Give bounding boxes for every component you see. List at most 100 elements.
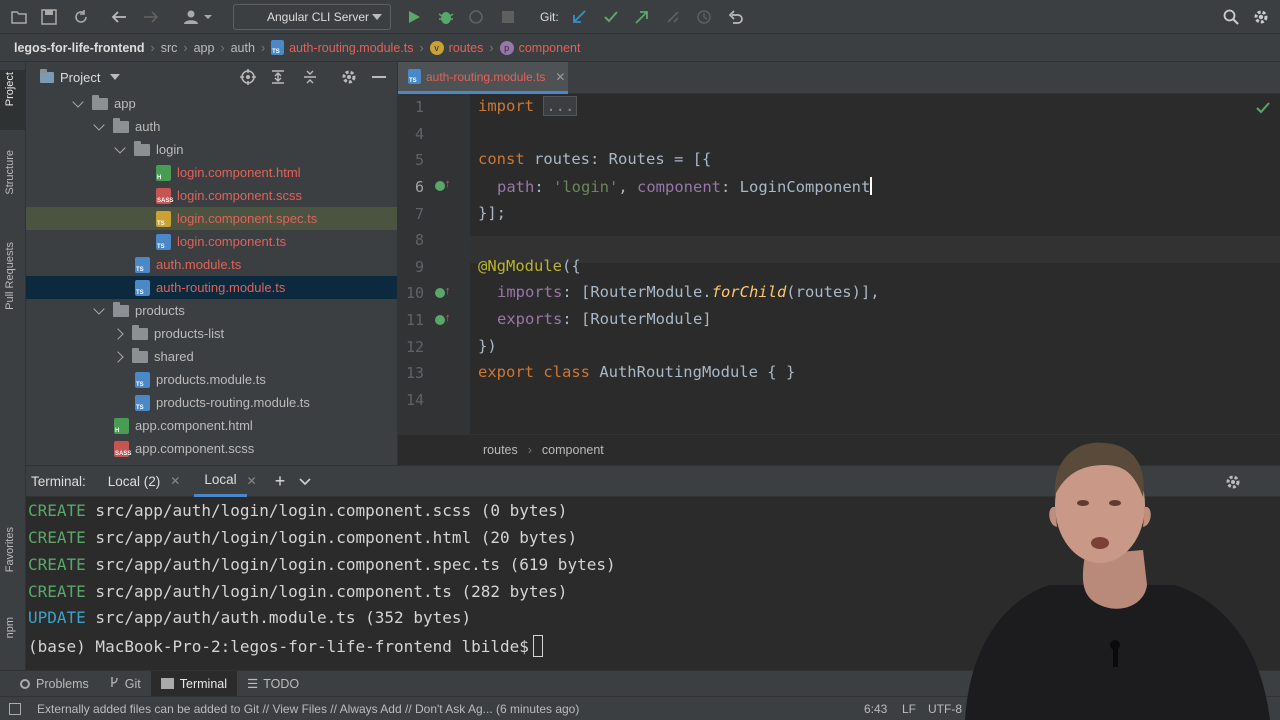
tree-file-auth-routing-module[interactable]: TS auth-routing.module.ts: [26, 276, 397, 299]
code-line-11[interactable]: exports: [RouterModule]: [497, 310, 712, 328]
editor-crumb-component[interactable]: component: [542, 443, 604, 457]
breadcrumb-auth[interactable]: auth: [231, 41, 255, 55]
git-rollback-icon[interactable]: [727, 8, 745, 26]
tree-folder-shared[interactable]: shared: [26, 345, 397, 368]
save-icon[interactable]: [40, 8, 58, 26]
git-compare-icon[interactable]: [664, 8, 682, 26]
collapse-all-icon[interactable]: [302, 69, 318, 88]
tree-item-label: products-list: [154, 326, 225, 341]
code-line-10[interactable]: imports: [RouterModule.forChild(routes)]…: [497, 283, 880, 301]
tree-file-app-component-html[interactable]: Happ.component.html: [26, 414, 397, 437]
pull-requests-tool-tab[interactable]: Pull Requests: [4, 242, 16, 310]
expand-all-icon[interactable]: [270, 69, 286, 88]
close-tab-icon[interactable]: ✕: [247, 474, 257, 488]
chevron-right-icon: [112, 350, 124, 363]
search-icon[interactable]: [1222, 8, 1240, 26]
chevron-down-icon: [72, 95, 84, 108]
breadcrumb-app[interactable]: app: [194, 41, 215, 55]
tree-file-products-module[interactable]: TS products.module.ts: [26, 368, 397, 391]
folder-icon: [113, 301, 129, 317]
back-arrow-icon[interactable]: [110, 8, 128, 26]
code-line-9[interactable]: @NgModule({: [478, 257, 581, 275]
run-icon[interactable]: [405, 8, 423, 26]
git-commit-icon[interactable]: [602, 8, 620, 26]
git-push-icon[interactable]: [633, 8, 651, 26]
todo-tool-button[interactable]: ☰ TODO: [237, 671, 309, 697]
user-dropdown-icon[interactable]: [182, 8, 214, 26]
stop-icon[interactable]: [499, 8, 517, 26]
settings-gear-icon[interactable]: [1252, 8, 1270, 26]
git-history-icon[interactable]: [695, 8, 713, 26]
tree-item-label: login.component.scss: [177, 188, 303, 203]
run-configuration-select[interactable]: Angular CLI Server: [233, 4, 391, 30]
terminal-tab-local-2[interactable]: Local (2): [108, 474, 161, 489]
code-line-6[interactable]: path: 'login', component: LoginComponent: [497, 177, 873, 196]
tree-file-login-ts[interactable]: TS login.component.ts: [26, 230, 397, 253]
breadcrumb-file[interactable]: auth-routing.module.ts: [289, 41, 413, 55]
implemented-icon[interactable]: [435, 315, 445, 325]
close-tab-icon[interactable]: ✕: [555, 70, 565, 84]
favorites-tool-tab[interactable]: Favorites: [4, 527, 16, 572]
folded-imports[interactable]: ...: [543, 96, 578, 116]
run-configuration-label: Angular CLI Server: [267, 10, 370, 24]
code-line-5[interactable]: const routes: Routes = [{: [478, 150, 711, 168]
open-folder-icon[interactable]: [10, 8, 28, 26]
tree-file-products-routing-module[interactable]: TS products-routing.module.ts: [26, 391, 397, 414]
terminal-prompt[interactable]: (base) MacBook-Pro-2:legos-for-life-fron…: [28, 635, 543, 657]
project-tool-tab[interactable]: Project: [4, 72, 16, 106]
no-problems-check-icon[interactable]: [1256, 102, 1270, 117]
code-line-7[interactable]: }];: [478, 204, 506, 222]
tree-folder-auth[interactable]: auth: [26, 115, 397, 138]
tree-file-login-scss[interactable]: SASS login.component.scss: [26, 184, 397, 207]
toggle-tool-windows-icon[interactable]: [9, 702, 21, 715]
text-caret: [870, 177, 873, 195]
line-separator[interactable]: LF: [902, 702, 916, 716]
project-panel-title[interactable]: Project: [60, 70, 100, 85]
run-coverage-icon[interactable]: [467, 8, 485, 26]
editor-crumb-routes[interactable]: routes: [483, 443, 518, 457]
tree-folder-app[interactable]: app: [26, 92, 397, 115]
code-line-12[interactable]: }): [478, 337, 497, 355]
code-line-13[interactable]: export class AuthRoutingModule { }: [478, 363, 795, 381]
terminal-tab-local[interactable]: Local: [194, 465, 247, 497]
hide-panel-icon[interactable]: [372, 76, 386, 78]
problems-tool-button[interactable]: Problems: [10, 671, 99, 697]
navigate-up-arrow-icon[interactable]: ↑: [445, 285, 453, 297]
code-line-1[interactable]: import ...: [478, 96, 578, 116]
tree-folder-login[interactable]: login: [26, 138, 397, 161]
debug-icon[interactable]: [437, 8, 455, 26]
chevron-down-icon[interactable]: [110, 74, 121, 80]
refresh-icon[interactable]: [72, 8, 90, 26]
implemented-icon[interactable]: [435, 288, 445, 298]
editor-tab-auth-routing[interactable]: auth-routing.module.ts ✕: [398, 62, 568, 94]
breadcrumb-project[interactable]: legos-for-life-frontend: [14, 41, 145, 55]
breadcrumb-routes[interactable]: routes: [449, 41, 484, 55]
terminal-dropdown-chevron-icon[interactable]: [299, 474, 311, 489]
navigate-up-arrow-icon[interactable]: ↑: [445, 178, 453, 190]
structure-tool-tab[interactable]: Structure: [4, 150, 16, 195]
forward-arrow-icon[interactable]: [142, 8, 160, 26]
breadcrumb-component[interactable]: component: [519, 41, 581, 55]
npm-tool-tab[interactable]: npm: [4, 617, 16, 638]
close-tab-icon[interactable]: ✕: [170, 474, 180, 488]
status-message[interactable]: Externally added files can be added to G…: [37, 702, 579, 716]
tree-file-login-html[interactable]: Hlogin.component.html: [26, 161, 397, 184]
variable-icon: v: [429, 40, 444, 55]
tree-folder-products-list[interactable]: products-list: [26, 322, 397, 345]
folder-icon: [113, 117, 129, 133]
tree-file-login-spec[interactable]: TS login.component.spec.ts: [26, 207, 397, 230]
terminal-tool-button[interactable]: Terminal: [150, 670, 238, 697]
tree-file-auth-module[interactable]: TS auth.module.ts: [26, 253, 397, 276]
git-update-icon[interactable]: [570, 8, 588, 26]
typescript-file-icon: TS: [135, 371, 150, 388]
implemented-icon[interactable]: [435, 181, 445, 191]
tree-folder-products[interactable]: products: [26, 299, 397, 322]
cursor-position[interactable]: 6:43: [864, 702, 887, 716]
gear-icon[interactable]: [341, 69, 357, 88]
navigate-up-arrow-icon[interactable]: ↑: [445, 312, 453, 324]
breadcrumb-src[interactable]: src: [161, 41, 178, 55]
git-tool-button[interactable]: Git: [99, 671, 151, 697]
tree-file-app-component-scss[interactable]: SASS app.component.scss: [26, 437, 397, 460]
new-terminal-plus-icon[interactable]: +: [275, 471, 286, 492]
locate-file-icon[interactable]: [240, 69, 256, 88]
